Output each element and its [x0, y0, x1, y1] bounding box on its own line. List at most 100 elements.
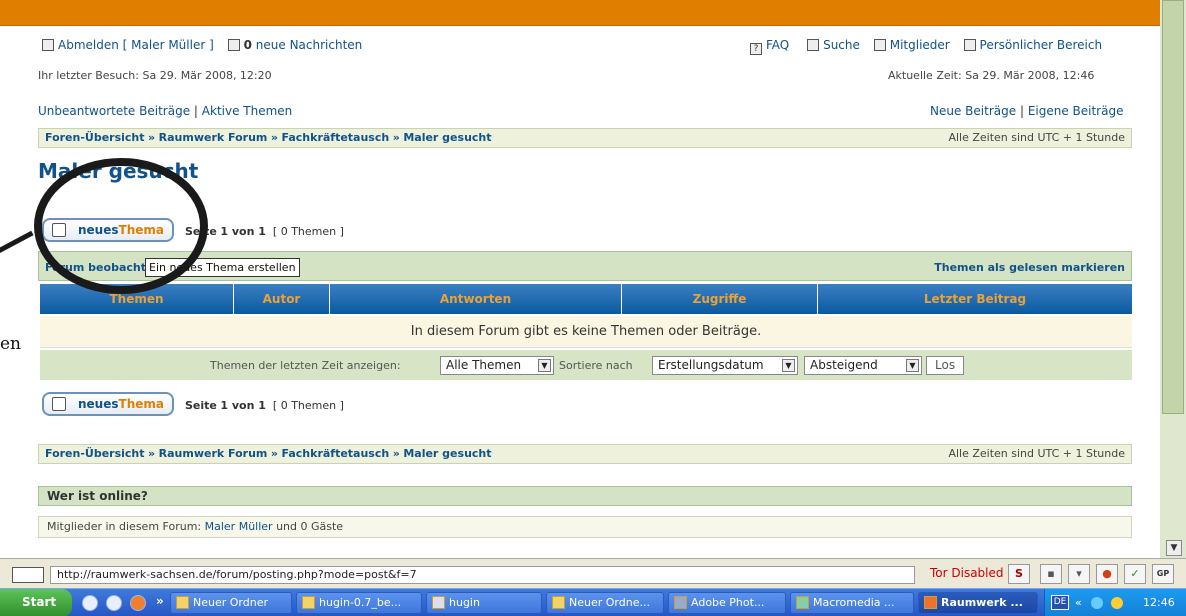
topic-table-header: Themen Autor Antworten Zugriffe Letzter … [40, 284, 1132, 314]
online-member-link[interactable]: Maler Müller [205, 520, 273, 533]
task-item[interactable]: hugin [426, 592, 542, 614]
go-button[interactable]: Los [926, 356, 965, 375]
new-posts-link[interactable]: Neue Beiträge [930, 104, 1016, 118]
task-item[interactable]: hugin-0.7_be... [296, 592, 422, 614]
top-accent-bar [0, 0, 1160, 26]
new-topic-label-part1: neues [78, 397, 119, 411]
new-topic-button-bottom[interactable]: neuesThema [42, 392, 174, 416]
page-numbers: 1 von 1 [220, 225, 266, 238]
breadcrumb-item[interactable]: Foren-Übersicht [45, 447, 145, 460]
faq-icon: ? [750, 43, 762, 55]
quick-links-right: Neue Beiträge | Eigene Beiträge [930, 104, 1123, 118]
column-views: Zugriffe [622, 284, 818, 314]
separator: | [1019, 104, 1024, 118]
breadcrumb: Foren-Übersicht » Raumwerk Forum » Fachk… [38, 128, 1132, 148]
task-item[interactable]: Adobe Phot... [668, 592, 786, 614]
task-item-active[interactable]: Raumwerk ... [918, 592, 1038, 614]
own-posts-link[interactable]: Eigene Beiträge [1028, 104, 1124, 118]
breadcrumb-item[interactable]: Fachkräftetausch [281, 131, 389, 144]
breadcrumb-sep: » [270, 131, 278, 144]
start-button[interactable]: Start [0, 589, 72, 616]
messages-link[interactable]: neue Nachrichten [256, 38, 363, 52]
highlight-circle [34, 158, 208, 294]
language-indicator[interactable]: DE [1051, 595, 1069, 610]
breadcrumb-sep: » [392, 131, 400, 144]
quicklaunch-chrome-icon[interactable] [106, 595, 122, 611]
breadcrumb-item[interactable]: Raumwerk Forum [159, 131, 268, 144]
breadcrumb-item[interactable]: Maler gesucht [403, 447, 491, 460]
chevron-down-icon[interactable]: ▼ [906, 359, 919, 372]
hugin-icon [432, 596, 445, 609]
task-label: Neuer Ordne... [569, 596, 650, 609]
task-item[interactable]: Neuer Ordner [170, 592, 292, 614]
active-topics-link[interactable]: Aktive Themen [202, 104, 293, 118]
status-url: http://raumwerk-sachsen.de/forum/posting… [50, 566, 915, 584]
folder-icon [552, 596, 565, 609]
toolbar-icon[interactable]: ▪ [1040, 564, 1062, 584]
quicklaunch-ie-icon[interactable] [82, 595, 98, 611]
check-icon[interactable]: ✓ [1124, 564, 1146, 584]
current-time: Aktuelle Zeit: Sa 29. Mär 2008, 12:46 [888, 69, 1095, 82]
logout-link[interactable]: Abmelden [ Maler Müller ] 0 neue Nachric… [42, 38, 362, 52]
task-item[interactable]: Neuer Ordne... [546, 592, 664, 614]
unanswered-link[interactable]: Unbeantwortete Beiträge [38, 104, 190, 118]
annotation-pointer [0, 230, 34, 263]
task-item[interactable]: Macromedia ... [790, 592, 914, 614]
user-icon [963, 39, 976, 51]
page-prefix: Seite [185, 399, 217, 412]
messages-icon [227, 39, 240, 51]
quick-links-left: Unbeantwortete Beiträge | Aktive Themen [38, 104, 292, 118]
online-suffix: und 0 Gäste [276, 520, 344, 533]
scrollbar-thumb[interactable] [1162, 0, 1184, 414]
who-is-online-header: Wer ist online? [38, 486, 1132, 506]
mark-read-link[interactable]: Themen als gelesen markieren [934, 261, 1125, 274]
column-last-post: Letzter Beitrag [923, 292, 1027, 306]
gp-icon[interactable]: GP [1152, 564, 1174, 584]
tor-status[interactable]: Tor Disabled [930, 566, 1004, 580]
firefox-icon[interactable]: ● [1096, 564, 1118, 584]
quicklaunch-more[interactable]: » [156, 594, 164, 608]
chevron-down-icon[interactable]: ▼ [538, 359, 551, 372]
volume-icon[interactable] [1111, 597, 1123, 609]
document-icon [52, 397, 66, 411]
faq-link[interactable]: FAQ [766, 38, 789, 52]
breadcrumb-bottom: Foren-Übersicht » Raumwerk Forum » Fachk… [38, 444, 1132, 464]
stumble-icon[interactable]: S [1008, 564, 1030, 584]
empty-forum-message: In diesem Forum gibt es keine Themen ode… [40, 316, 1132, 348]
timezone-note: Alle Zeiten sind UTC + 1 Stunde [948, 131, 1125, 144]
folder-icon [176, 596, 189, 609]
breadcrumb-item[interactable]: Fachkräftetausch [281, 447, 389, 460]
chevron-down-icon[interactable]: ▼ [782, 359, 795, 372]
personal-link[interactable]: Persönlicher Bereich [980, 38, 1103, 52]
topic-period-value: Alle Themen [446, 358, 522, 372]
column-author: Autor [234, 284, 330, 314]
breadcrumb-item[interactable]: Foren-Übersicht [45, 131, 145, 144]
chevron-down-icon[interactable]: ▾ [1068, 564, 1090, 584]
breadcrumb-item[interactable]: Raumwerk Forum [159, 447, 268, 460]
breadcrumb-item[interactable]: Maler gesucht [403, 131, 491, 144]
task-label: hugin [449, 596, 480, 609]
network-icon[interactable] [1091, 597, 1103, 609]
column-replies: Antworten [330, 284, 622, 314]
filter-label: Themen der letzten Zeit anzeigen: [210, 359, 401, 372]
members-link[interactable]: Mitglieder [890, 38, 950, 52]
quicklaunch-firefox-icon[interactable] [130, 595, 146, 611]
sort-order-select[interactable]: Absteigend ▼ [804, 356, 922, 375]
pagination-info: Seite 1 von 1 [ 0 Themen ] [185, 225, 344, 238]
breadcrumb-sep: » [270, 447, 278, 460]
breadcrumb-sep: » [148, 131, 156, 144]
logout-text[interactable]: Abmelden [ Maler Müller ] [58, 38, 214, 52]
cropped-text: en [0, 334, 22, 354]
scroll-down-arrow-icon[interactable]: ▼ [1166, 540, 1182, 556]
pagination-info-bottom: Seite 1 von 1 [ 0 Themen ] [185, 399, 344, 412]
search-link[interactable]: Suche [823, 38, 860, 52]
topic-count: [ 0 Themen ] [272, 399, 344, 412]
separator: | [193, 104, 198, 118]
sort-label: Sortiere nach [559, 359, 633, 372]
filter-bar: Themen der letzten Zeit anzeigen: Alle T… [40, 350, 1132, 380]
task-label: hugin-0.7_be... [319, 596, 402, 609]
topic-period-select[interactable]: Alle Themen ▼ [440, 356, 554, 375]
firefox-icon [924, 596, 937, 609]
tray-expand[interactable]: « [1075, 589, 1082, 616]
sort-by-select[interactable]: Erstellungsdatum ▼ [652, 356, 798, 375]
